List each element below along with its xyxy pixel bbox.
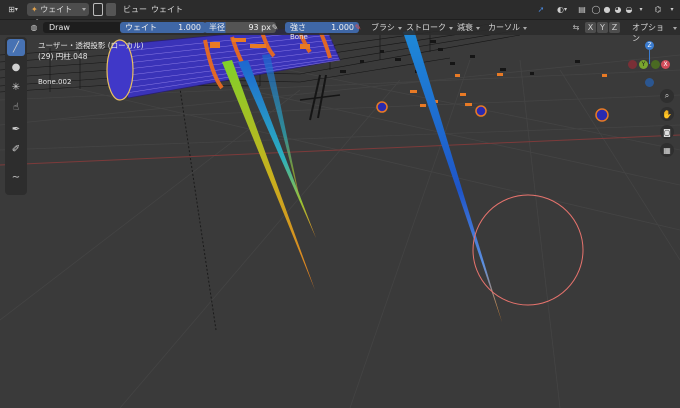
gizmo-neg-x[interactable] xyxy=(628,60,637,69)
bone-label: Bone xyxy=(290,33,308,41)
gradient-icon[interactable]: ∼ xyxy=(7,169,25,186)
average-icon[interactable]: ✳ xyxy=(7,79,25,96)
gizmo-z-axis[interactable]: Z xyxy=(645,41,654,50)
menu-view[interactable]: ビュー xyxy=(120,3,150,16)
bone-side-label: Bone.002 xyxy=(38,78,72,86)
mode-dropdown[interactable]: ✦ ウェイトペ... xyxy=(27,3,89,27)
blur-icon[interactable]: ● xyxy=(7,59,25,76)
gizmo-neg-z[interactable] xyxy=(645,78,654,87)
radius-slider[interactable]: 半径 93 px xyxy=(204,22,276,33)
camera-icon[interactable]: ◙ xyxy=(660,125,674,139)
wireframe-shading-icon[interactable]: ◯ xyxy=(591,3,601,16)
render-shading-icon[interactable]: ◒ xyxy=(624,3,634,16)
strength-pressure-icon[interactable]: ✎ xyxy=(353,22,363,33)
menu-weights[interactable]: ウェイト xyxy=(148,3,186,16)
pointer-icon[interactable]: ➚ xyxy=(534,3,548,16)
solid-shading-icon[interactable]: ● xyxy=(602,3,612,16)
gizmo-toggle-icon[interactable]: ⌬ xyxy=(651,3,665,16)
falloff-menu[interactable]: 減衰 xyxy=(453,22,483,33)
editor-type-button[interactable]: ⊞ ▾ xyxy=(3,3,23,16)
radius-pressure-icon[interactable]: ✎ xyxy=(270,22,280,33)
gizmo-neg-y[interactable] xyxy=(651,60,660,69)
gizmo-z-line xyxy=(649,50,650,64)
grid-icon: ⊞ xyxy=(8,5,15,14)
stroke-menu[interactable]: ストローク xyxy=(402,22,456,33)
weight-slider[interactable]: ウェイト 1.000 xyxy=(120,22,206,33)
hand-icon[interactable]: ✋ xyxy=(660,107,674,121)
draw-brush-icon[interactable]: ╱ xyxy=(7,39,25,56)
tool-palette: ╱ ● ✳ ☝ ✒ ✐ ∼ xyxy=(5,37,27,195)
zoom-icon[interactable]: ⌕ xyxy=(660,89,674,103)
options-menu[interactable]: オプション xyxy=(628,22,680,43)
sample-group-icon[interactable]: ✐ xyxy=(7,141,25,158)
smear-icon[interactable]: ☝ xyxy=(7,99,25,116)
overlay-toggle[interactable]: ◐ ▾ xyxy=(552,3,572,16)
grid-view-icon[interactable]: ▦ xyxy=(660,143,674,157)
vertex-mask-icon[interactable] xyxy=(106,3,116,16)
viewport-header: ⊞▾ ✦ ウェイトペ... ビュー ウェイト ➚ ◐▾ ▤ ◯ ● ◕ ◒ ▾ … xyxy=(0,0,680,27)
mirror-x-toggle[interactable]: X xyxy=(585,22,596,33)
brush-name-field[interactable]: Draw xyxy=(43,22,122,33)
brush-menu[interactable]: ブラシ xyxy=(367,22,405,33)
sample-weight-icon[interactable]: ✒ xyxy=(7,121,25,138)
view-name-text: ユーザー・透視投影 (ローカル) xyxy=(38,41,144,50)
cursor-menu[interactable]: カーソル xyxy=(484,22,530,33)
brush-preview-icon: ◍ xyxy=(30,23,38,32)
select-mask-icon[interactable] xyxy=(93,3,103,16)
gizmo-dropdown-icon[interactable]: ▾ xyxy=(667,3,677,16)
mirror-icon: ⇆ xyxy=(572,23,580,32)
xray-icon[interactable]: ▤ xyxy=(575,3,589,16)
object-name-text: (29) 円柱.048 xyxy=(38,52,88,61)
material-shading-icon[interactable]: ◕ xyxy=(613,3,623,16)
3d-viewport[interactable]: ◍ Draw ウェイト 1.000 半径 93 px ✎ 強さ 1.000 ✎ … xyxy=(0,20,680,408)
weight-paint-icon: ✦ xyxy=(31,5,38,14)
strength-slider[interactable]: 強さ 1.000 xyxy=(285,22,359,33)
navigation-gizmo[interactable]: Z Y X xyxy=(624,38,674,94)
mirror-y-toggle[interactable]: Y xyxy=(597,22,608,33)
shading-dropdown-icon[interactable]: ▾ xyxy=(636,3,646,16)
gizmo-x-axis[interactable]: X xyxy=(661,60,670,69)
mirror-z-toggle[interactable]: Z xyxy=(609,22,620,33)
tool-settings-bar: ◍ Draw ウェイト 1.000 半径 93 px ✎ 強さ 1.000 ✎ … xyxy=(0,20,680,43)
gizmo-y-axis[interactable]: Y xyxy=(639,60,648,69)
viewport-scene xyxy=(0,20,680,408)
